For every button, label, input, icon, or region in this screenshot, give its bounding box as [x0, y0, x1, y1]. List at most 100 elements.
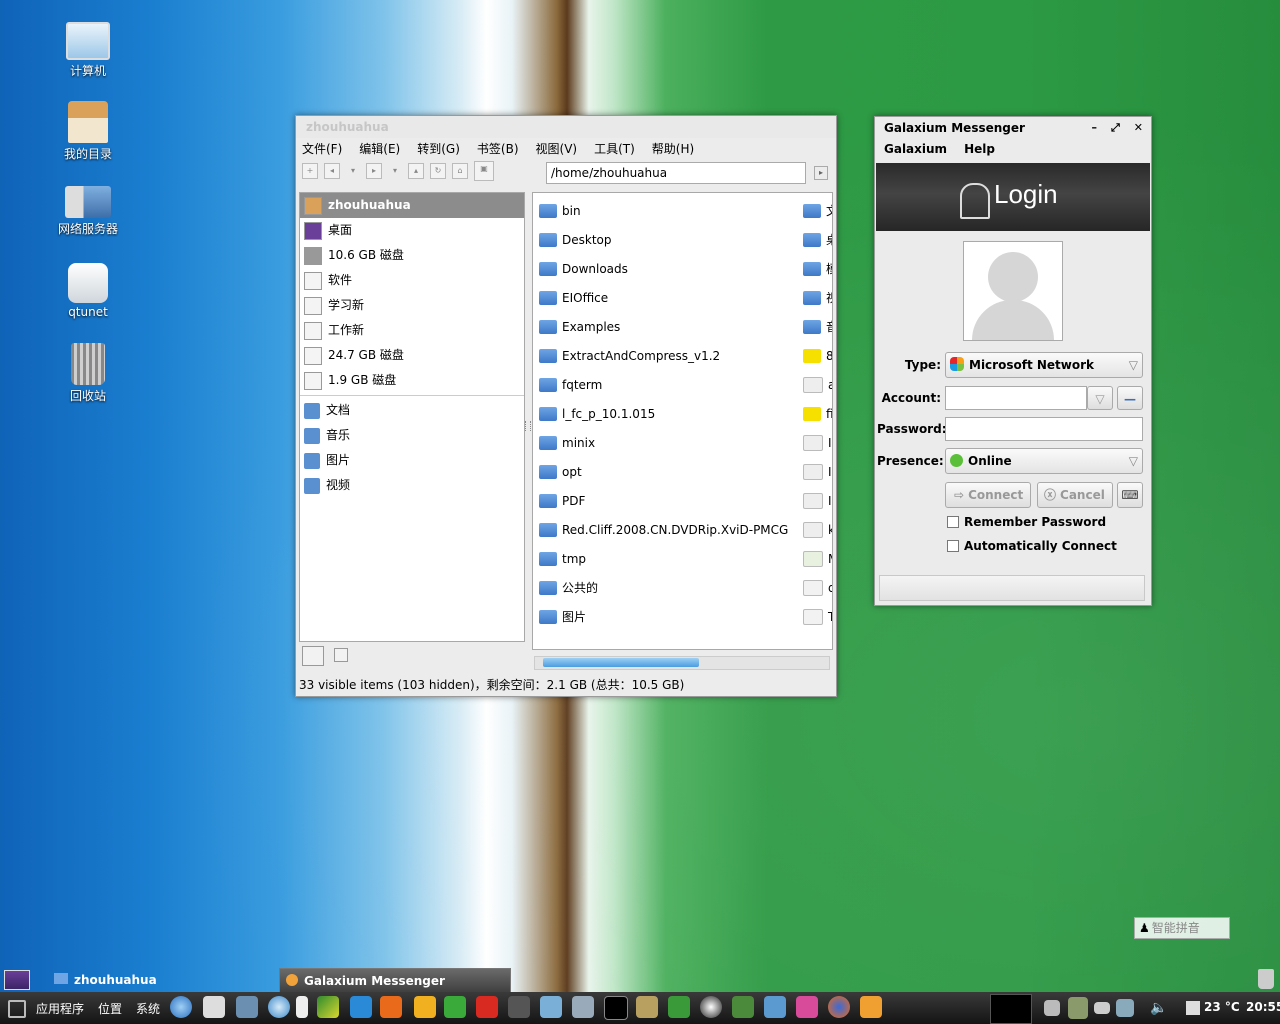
file-item[interactable]: EIOffice: [539, 288, 608, 308]
app-icon[interactable]: [764, 996, 786, 1018]
sidebar-places-icon[interactable]: [334, 648, 348, 662]
home-icon[interactable]: ⌂: [452, 163, 468, 179]
clock[interactable]: 20:55: [1246, 1000, 1280, 1014]
tray-icon[interactable]: [1044, 1000, 1060, 1016]
pdf-reader-icon[interactable]: [476, 996, 498, 1018]
app-icon[interactable]: [668, 996, 690, 1018]
file-item[interactable]: ke: [803, 520, 832, 540]
scrollbar-thumb[interactable]: [543, 658, 699, 667]
menu-tools[interactable]: 工具(T): [594, 140, 635, 157]
file-item[interactable]: Downloads: [539, 259, 628, 279]
taskbar-window-file-manager[interactable]: zhouhuahua: [50, 969, 270, 991]
temperature[interactable]: 23 °C: [1204, 1000, 1240, 1014]
quicktime-icon[interactable]: [268, 996, 290, 1018]
password-field[interactable]: [945, 417, 1143, 441]
file-item[interactable]: PDF: [539, 491, 585, 511]
sidebar-item-pictures[interactable]: 图片: [300, 448, 524, 473]
cancel-button[interactable]: ⓧ Cancel: [1037, 482, 1113, 508]
menu-help[interactable]: Help: [964, 142, 995, 156]
file-item[interactable]: fqterm: [539, 375, 602, 395]
sidebar-item-disk-10-6[interactable]: 10.6 GB 磁盘: [300, 243, 524, 268]
panel-logo-icon[interactable]: [8, 1000, 26, 1018]
keyboard-settings-button[interactable]: ⌨: [1117, 482, 1143, 508]
network-icon[interactable]: [1116, 999, 1134, 1017]
file-item[interactable]: M: [803, 549, 832, 569]
qq-icon[interactable]: [700, 996, 722, 1018]
app-icon[interactable]: [350, 996, 372, 1018]
volume-icon[interactable]: 🔈: [1150, 1000, 1167, 1016]
back-icon[interactable]: ◂: [324, 163, 340, 179]
file-item[interactable]: T: [803, 607, 832, 627]
menu-bookmarks[interactable]: 书签(B): [477, 140, 519, 157]
desktop-icon-trash[interactable]: 回收站: [43, 343, 133, 404]
sidebar-item-music[interactable]: 音乐: [300, 423, 524, 448]
file-item[interactable]: 桌: [803, 230, 832, 250]
sidebar-item-disk-24-7[interactable]: 24.7 GB 磁盘: [300, 343, 524, 368]
keyboard-icon[interactable]: [1094, 1002, 1110, 1014]
safari-icon[interactable]: [170, 996, 192, 1018]
weather-icon[interactable]: [1186, 1001, 1200, 1015]
file-item[interactable]: 图片: [539, 607, 586, 627]
file-item[interactable]: 视: [803, 288, 832, 308]
show-desktop-icon[interactable]: [4, 970, 30, 990]
sidebar-item-documents[interactable]: 文档: [300, 398, 524, 423]
file-item[interactable]: IN: [803, 491, 832, 511]
sidebar-item-study[interactable]: 学习新: [300, 293, 524, 318]
sidebar-item-desktop[interactable]: 桌面: [300, 218, 524, 243]
sidebar-item-software[interactable]: 软件: [300, 268, 524, 293]
terminal-icon[interactable]: [604, 996, 628, 1020]
desktop-icon-qtunet[interactable]: qtunet: [43, 263, 133, 319]
app-icon[interactable]: [444, 996, 466, 1018]
desktop-icon-computer[interactable]: 计算机: [43, 20, 133, 79]
avatar[interactable]: [963, 241, 1063, 341]
auto-connect-checkbox[interactable]: Automatically Connect: [947, 539, 1117, 553]
file-item[interactable]: q: [803, 578, 832, 598]
connect-button[interactable]: ⇨ Connect: [945, 482, 1031, 508]
remove-account-button[interactable]: —: [1117, 386, 1143, 410]
location-toggle-icon[interactable]: ▣: [474, 161, 494, 181]
maximize-icon[interactable]: ⤢: [1111, 117, 1120, 139]
file-item[interactable]: 8: [803, 346, 832, 366]
desktop-icon-home[interactable]: 我的目录: [43, 101, 133, 162]
sidebar-toggle-icon[interactable]: [302, 646, 324, 666]
app-icon[interactable]: [236, 996, 258, 1018]
desktop-icon-network[interactable]: 网络服务器: [43, 186, 133, 237]
app-icon[interactable]: [796, 996, 818, 1018]
account-field[interactable]: [945, 386, 1087, 410]
up-icon[interactable]: ▴: [408, 163, 424, 179]
minimize-icon[interactable]: –: [1091, 117, 1097, 139]
menu-edit[interactable]: 编辑(E): [359, 140, 400, 157]
pane-resize-handle[interactable]: [525, 421, 531, 431]
app-icon[interactable]: [317, 996, 339, 1018]
presence-select[interactable]: Online ▽: [945, 448, 1143, 474]
go-icon[interactable]: ▸: [814, 166, 828, 180]
printer-icon[interactable]: [203, 996, 225, 1018]
close-icon[interactable]: ✕: [1134, 117, 1143, 139]
file-item[interactable]: minix: [539, 433, 595, 453]
network-type-select[interactable]: Microsoft Network ▽: [945, 352, 1143, 378]
forward-icon[interactable]: ▸: [366, 163, 382, 179]
file-item[interactable]: IN: [803, 433, 832, 453]
sidebar-item-home[interactable]: zhouhuahua: [300, 193, 524, 218]
remember-password-checkbox[interactable]: Remember Password: [947, 515, 1106, 529]
horizontal-scrollbar[interactable]: [534, 656, 830, 670]
file-item[interactable]: l_fc_p_10.1.015: [539, 404, 655, 424]
back-dropdown-icon[interactable]: ▾: [346, 164, 360, 178]
sidebar-item-work[interactable]: 工作新: [300, 318, 524, 343]
app-icon[interactable]: [380, 996, 402, 1018]
account-dropdown-button[interactable]: ▽: [1087, 386, 1113, 410]
file-item[interactable]: a: [803, 375, 832, 395]
new-tab-icon[interactable]: +: [302, 163, 318, 179]
app-icon[interactable]: [636, 996, 658, 1018]
menu-applications[interactable]: 应用程序: [36, 1000, 84, 1017]
reload-icon[interactable]: ↻: [430, 163, 446, 179]
app-icon[interactable]: [572, 996, 594, 1018]
file-item[interactable]: opt: [539, 462, 582, 482]
trash-applet-icon[interactable]: [1258, 969, 1274, 989]
menu-view[interactable]: 视图(V): [536, 140, 578, 157]
ipod-icon[interactable]: [296, 996, 308, 1018]
path-input[interactable]: /home/zhouhuahua: [546, 162, 806, 184]
menu-system[interactable]: 系统: [136, 1000, 160, 1017]
file-item[interactable]: Examples: [539, 317, 620, 337]
file-item[interactable]: fi: [803, 404, 832, 424]
